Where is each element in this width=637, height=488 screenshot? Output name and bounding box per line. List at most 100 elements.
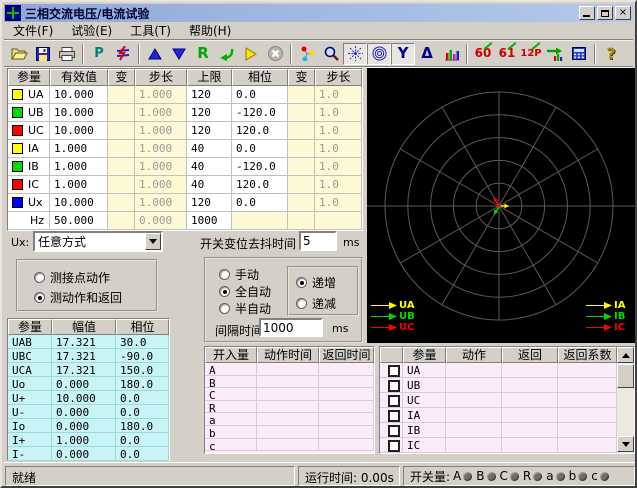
- var-cell[interactable]: [288, 86, 315, 104]
- step-cell[interactable]: 1.0: [315, 122, 362, 140]
- close-button[interactable]: ×: [615, 6, 631, 20]
- var-cell[interactable]: [108, 212, 135, 230]
- radio-semi-auto[interactable]: [219, 303, 230, 314]
- limit-cell[interactable]: 120: [187, 104, 232, 122]
- vertical-scrollbar[interactable]: [617, 347, 634, 453]
- var-cell[interactable]: [108, 104, 135, 122]
- minimize-button[interactable]: [579, 6, 595, 20]
- title-bar[interactable]: 三相交流电压/电流试验 ×: [4, 4, 633, 22]
- radio-decrease[interactable]: [296, 298, 307, 309]
- stop-button[interactable]: [263, 43, 287, 65]
- var-cell[interactable]: [288, 158, 315, 176]
- phase-cell[interactable]: -120.0: [232, 158, 288, 176]
- zoom-button[interactable]: [319, 43, 343, 65]
- step-cell[interactable]: 1.0: [315, 194, 362, 212]
- raise-button[interactable]: [143, 43, 167, 65]
- phase-cell[interactable]: [232, 212, 288, 230]
- limit-cell[interactable]: 40: [187, 176, 232, 194]
- report-61-button[interactable]: 61: [495, 43, 519, 65]
- step-cell[interactable]: 0.000: [135, 212, 187, 230]
- pause-button[interactable]: P: [87, 43, 111, 65]
- step-cell[interactable]: 1.000: [135, 86, 187, 104]
- phase-cell[interactable]: 0.0: [232, 194, 288, 212]
- var-cell[interactable]: [288, 194, 315, 212]
- var-cell[interactable]: [108, 86, 135, 104]
- step-cell[interactable]: 1.000: [135, 104, 187, 122]
- menu-file[interactable]: 文件(F): [4, 21, 62, 40]
- phase-cell[interactable]: 120.0: [232, 176, 288, 194]
- var-cell[interactable]: [108, 158, 135, 176]
- menu-test[interactable]: 试验(E): [62, 21, 121, 40]
- step-cell[interactable]: 1.000: [135, 140, 187, 158]
- phase-cell[interactable]: 120.0: [232, 122, 288, 140]
- scroll-thumb[interactable]: [617, 364, 634, 388]
- radio-increase[interactable]: [296, 277, 307, 288]
- var-cell[interactable]: [288, 176, 315, 194]
- var-cell[interactable]: [288, 104, 315, 122]
- report-12p-button[interactable]: 12P: [519, 43, 543, 65]
- maximize-button[interactable]: [597, 6, 613, 20]
- rms-cell[interactable]: 10.000: [50, 122, 108, 140]
- export-button[interactable]: [543, 43, 567, 65]
- limit-cell[interactable]: 1000: [187, 212, 232, 230]
- reset-button[interactable]: R: [191, 43, 215, 65]
- open-button[interactable]: [7, 43, 31, 65]
- phase-cell[interactable]: 0.0: [232, 140, 288, 158]
- barchart-view-button[interactable]: [439, 43, 463, 65]
- rms-cell[interactable]: 1.000: [50, 140, 108, 158]
- report-60-button[interactable]: 60: [471, 43, 495, 65]
- limit-cell[interactable]: 120: [187, 194, 232, 212]
- var-cell[interactable]: [288, 212, 315, 230]
- rms-cell[interactable]: 1.000: [50, 158, 108, 176]
- menu-tools[interactable]: 工具(T): [121, 21, 180, 40]
- row-checkbox[interactable]: [388, 380, 400, 392]
- radio-full-auto[interactable]: [219, 286, 230, 297]
- row-checkbox[interactable]: [388, 365, 400, 377]
- rms-cell[interactable]: 10.000: [50, 194, 108, 212]
- radio-manual[interactable]: [219, 269, 230, 280]
- step-cell[interactable]: 1.000: [135, 158, 187, 176]
- phase-cell[interactable]: -120.0: [232, 104, 288, 122]
- step-cell[interactable]: 1.0: [315, 86, 362, 104]
- rms-cell[interactable]: 10.000: [50, 104, 108, 122]
- wye-mode-button[interactable]: Y: [391, 43, 415, 65]
- var-cell[interactable]: [108, 140, 135, 158]
- interval-input[interactable]: [259, 318, 323, 337]
- limit-cell[interactable]: 120: [187, 86, 232, 104]
- save-button[interactable]: [31, 43, 55, 65]
- var-cell[interactable]: [288, 140, 315, 158]
- row-checkbox[interactable]: [388, 440, 400, 452]
- rms-cell[interactable]: 50.000: [50, 212, 108, 230]
- row-checkbox[interactable]: [388, 410, 400, 422]
- step-cell[interactable]: 1.000: [135, 194, 187, 212]
- calculator-button[interactable]: [567, 43, 591, 65]
- var-cell[interactable]: [108, 176, 135, 194]
- row-checkbox[interactable]: [388, 395, 400, 407]
- radio-action-return[interactable]: [34, 292, 45, 303]
- lower-button[interactable]: [167, 43, 191, 65]
- polar-view-button[interactable]: [367, 43, 391, 65]
- scroll-up-button[interactable]: [617, 347, 634, 363]
- crosshair-view-button[interactable]: [343, 43, 367, 65]
- radio-contact-action[interactable]: [34, 272, 45, 283]
- start-button[interactable]: [239, 43, 263, 65]
- ux-mode-select[interactable]: 任意方式: [33, 231, 163, 252]
- step-cell[interactable]: [315, 212, 362, 230]
- phase-cell[interactable]: 0.0: [232, 86, 288, 104]
- dropdown-button[interactable]: [145, 233, 161, 250]
- limit-cell[interactable]: 120: [187, 122, 232, 140]
- step-cell[interactable]: 1.0: [315, 176, 362, 194]
- row-checkbox[interactable]: [388, 425, 400, 437]
- limit-cell[interactable]: 40: [187, 140, 232, 158]
- step-cell[interactable]: 1.0: [315, 140, 362, 158]
- delta-mode-button[interactable]: Δ: [415, 43, 439, 65]
- help-button[interactable]: ?: [599, 43, 623, 65]
- rms-cell[interactable]: 1.000: [50, 176, 108, 194]
- limit-cell[interactable]: 40: [187, 158, 232, 176]
- rms-cell[interactable]: 10.000: [50, 86, 108, 104]
- step-cell[interactable]: 1.000: [135, 122, 187, 140]
- undo-button[interactable]: [215, 43, 239, 65]
- menu-help[interactable]: 帮助(H): [180, 21, 240, 40]
- var-cell[interactable]: [288, 122, 315, 140]
- step-cell[interactable]: 1.0: [315, 104, 362, 122]
